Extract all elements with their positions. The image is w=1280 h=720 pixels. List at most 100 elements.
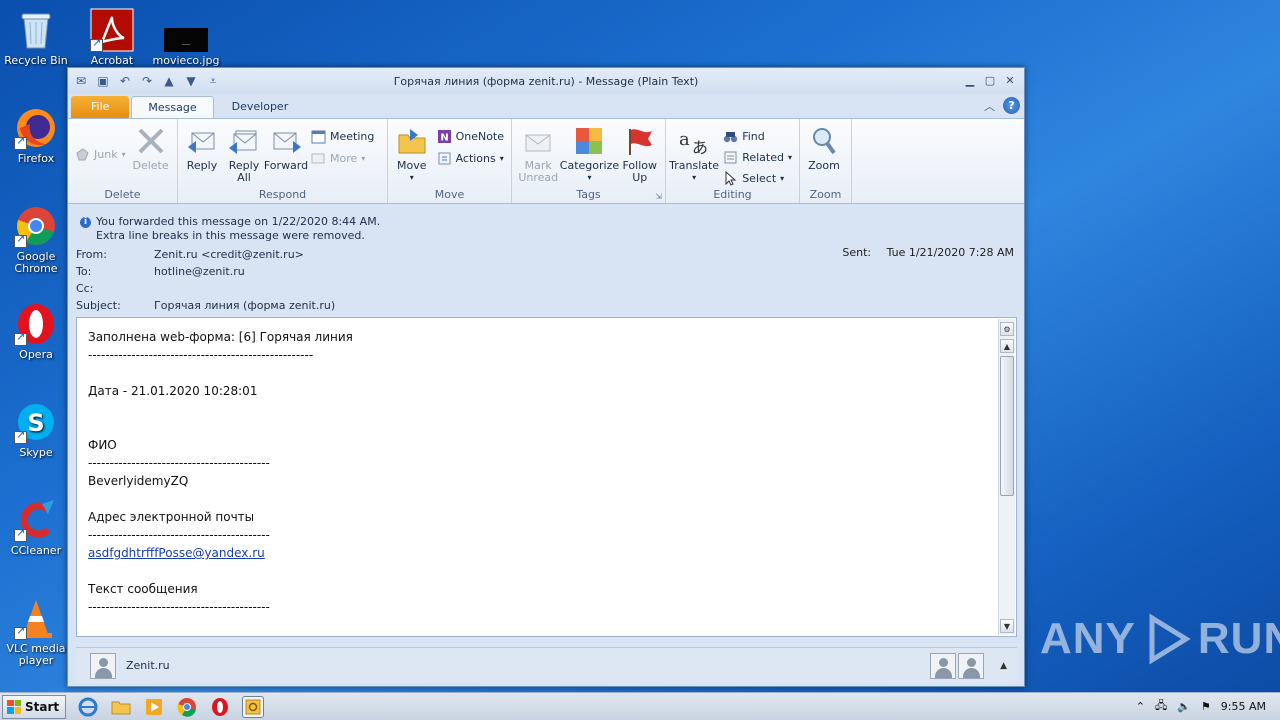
- people-pane: Zenit.ru ▲: [76, 647, 1017, 683]
- desktop-icon-skype[interactable]: S Skype: [0, 400, 72, 459]
- group-respond: Reply Reply All Forward Meeting More ▾ R…: [178, 119, 388, 203]
- desktop-icon-chrome[interactable]: Google Chrome: [0, 204, 72, 275]
- onenote-button[interactable]: N OneNote: [437, 127, 504, 145]
- magnifier-icon: [808, 125, 840, 157]
- chrome-taskbar-icon[interactable]: [176, 696, 198, 718]
- related-button[interactable]: Related ▾: [723, 148, 792, 166]
- message-body[interactable]: Заполнена web-форма: [6] Горячая линия -…: [76, 317, 1017, 637]
- firefox-icon: [14, 106, 58, 150]
- desktop-icon-ccleaner[interactable]: CCleaner: [0, 498, 72, 557]
- svg-text:N: N: [440, 132, 448, 143]
- person-icon[interactable]: [958, 652, 985, 679]
- shortcut-arrow-icon: [90, 37, 103, 52]
- scroll-options-icon[interactable]: ⚙: [1000, 322, 1014, 336]
- play-logo-icon: [1149, 613, 1191, 665]
- dialog-launcher-icon[interactable]: ⇲: [655, 192, 662, 201]
- customize-toolbar-icon[interactable]: ⩡: [206, 74, 220, 89]
- save-icon[interactable]: ▣: [96, 74, 110, 88]
- network-icon[interactable]: 🖧: [1155, 697, 1167, 716]
- tray-expand-icon[interactable]: ⌃: [1136, 700, 1145, 713]
- meeting-button[interactable]: Meeting: [311, 127, 374, 145]
- svg-text:あ: あ: [692, 138, 708, 157]
- body-line: Заполнена web-форма: [6] Горячая линия: [88, 330, 353, 344]
- start-button[interactable]: Start: [2, 694, 67, 719]
- body-line: ФИО: [88, 438, 117, 452]
- select-label: Select: [742, 171, 777, 185]
- forward-icon: [270, 125, 302, 157]
- desktop-icon-opera[interactable]: Opera: [0, 302, 72, 361]
- from-value[interactable]: Zenit.ru <credit@zenit.ru>: [154, 248, 304, 261]
- desktop-icon-vlc[interactable]: VLC media player: [0, 596, 72, 667]
- actions-icon: [437, 151, 452, 166]
- collapse-ribbon-icon[interactable]: ︿: [984, 98, 995, 114]
- find-label: Find: [742, 129, 765, 143]
- redo-icon[interactable]: ↷: [140, 74, 154, 88]
- junk-icon: [75, 147, 90, 162]
- desktop-icon-movieco[interactable]: movieco.jpg: [150, 8, 222, 67]
- opera-taskbar-icon[interactable]: [209, 696, 231, 718]
- action-center-flag-icon[interactable]: ⚑: [1201, 700, 1211, 713]
- follow-up-flag-icon: [624, 125, 656, 157]
- shortcut-arrow-icon: [14, 429, 27, 444]
- recycle-bin-icon: [14, 8, 58, 52]
- email-link[interactable]: asdfgdhtrfffPosse@yandex.ru: [88, 546, 265, 560]
- scroll-down-arrow-icon[interactable]: ▼: [1000, 619, 1014, 633]
- shortcut-arrow-icon: [14, 331, 27, 346]
- tab-developer[interactable]: Developer: [216, 96, 305, 118]
- scroll-up-arrow-icon[interactable]: ▲: [1000, 339, 1014, 353]
- help-icon[interactable]: ?: [1003, 97, 1020, 114]
- next-item-icon[interactable]: ▼: [184, 74, 198, 88]
- info-icon: i: [80, 217, 91, 228]
- expand-people-pane-icon[interactable]: ▲: [1000, 661, 1007, 671]
- file-explorer-icon[interactable]: [110, 696, 132, 718]
- media-player-icon[interactable]: [143, 696, 165, 718]
- calendar-icon: [311, 129, 326, 144]
- desktop-icon-acrobat[interactable]: Acrobat: [76, 8, 148, 67]
- people-pane-sender-name[interactable]: Zenit.ru: [126, 659, 170, 672]
- desktop-icon-recycle-bin[interactable]: Recycle Bin: [0, 8, 72, 67]
- previous-item-icon[interactable]: ▲: [162, 74, 176, 88]
- volume-icon[interactable]: 🔈: [1177, 700, 1191, 713]
- move-folder-icon: [396, 125, 428, 157]
- tab-message[interactable]: Message: [131, 96, 214, 118]
- more-icon: [311, 151, 326, 166]
- maximize-button[interactable]: ▢: [982, 74, 998, 88]
- vertical-scrollbar[interactable]: ⚙ ▲ ▼: [998, 319, 1015, 635]
- group-label-zoom: Zoom: [809, 188, 842, 201]
- system-tray: ⌃ 🖧 🔈 ⚑ 9:55 AM: [1136, 697, 1280, 716]
- skype-icon: S: [14, 400, 58, 444]
- actions-label: Actions: [455, 151, 496, 165]
- sender-avatar-icon[interactable]: [90, 652, 116, 679]
- reply-label: Reply: [186, 159, 218, 172]
- body-line: Текст сообщения: [88, 582, 198, 596]
- acrobat-icon: [90, 8, 134, 52]
- delete-label: Delete: [132, 159, 169, 172]
- body-line: Дата - 21.01.2020 10:28:01: [88, 384, 258, 398]
- taskbar-clock[interactable]: 9:55 AM: [1221, 700, 1266, 713]
- desktop-icon-label: CCleaner: [10, 544, 62, 557]
- info-line-breaks-text: Extra line breaks in this message were r…: [96, 229, 365, 242]
- to-value[interactable]: hotline@zenit.ru: [154, 265, 245, 278]
- tab-file[interactable]: File: [71, 96, 130, 118]
- close-button[interactable]: ✕: [1002, 74, 1018, 88]
- minimize-button[interactable]: ▁: [962, 74, 978, 88]
- outlook-taskbar-icon[interactable]: [242, 695, 265, 718]
- translate-label: Translate: [669, 159, 720, 172]
- person-icon[interactable]: [930, 652, 957, 679]
- shortcut-arrow-icon: [14, 135, 27, 150]
- select-button[interactable]: Select ▾: [723, 169, 792, 187]
- message-header: From: Zenit.ru <credit@zenit.ru> Sent: T…: [76, 246, 1016, 316]
- internet-explorer-icon[interactable]: [77, 696, 99, 718]
- binoculars-icon: [723, 129, 738, 144]
- more-button[interactable]: More ▾: [311, 149, 374, 167]
- find-button[interactable]: Find: [723, 127, 792, 145]
- scroll-thumb[interactable]: [1000, 356, 1014, 496]
- desktop-icon-firefox[interactable]: Firefox: [0, 106, 72, 165]
- actions-button[interactable]: Actions ▾: [437, 149, 504, 167]
- group-move: Move ▾ N OneNote Actions ▾ Move: [388, 119, 512, 203]
- undo-icon[interactable]: ↶: [118, 74, 132, 88]
- group-label-respond: Respond: [258, 188, 307, 201]
- shortcut-arrow-icon: [14, 527, 27, 542]
- translate-icon: aあ: [678, 125, 710, 157]
- junk-button[interactable]: Junk ▾: [75, 145, 126, 163]
